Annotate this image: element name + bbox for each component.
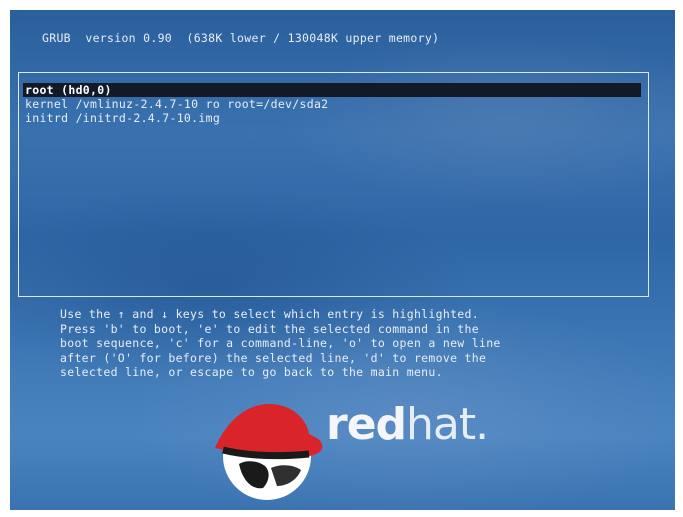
help-line: after ('O' for before) the selected line… — [60, 350, 487, 365]
wordmark-red: red — [326, 399, 407, 450]
redhat-shadowman-logo-icon — [215, 404, 323, 500]
help-line: Use the ↑ and ↓ keys to select which ent… — [60, 307, 479, 321]
grub-version-header: GRUB version 0.90 (638K lower / 130048K … — [42, 31, 440, 45]
help-text: Use the ↑ and ↓ keys to select which ent… — [60, 307, 501, 380]
wordmark-hat: hat. — [406, 399, 489, 450]
help-line: Press 'b' to boot, 'e' to edit the selec… — [60, 321, 479, 336]
menu-entry-initrd[interactable]: initrd /initrd-2.4.7-10.img — [25, 111, 220, 125]
redhat-wordmark: redhat. — [326, 403, 489, 447]
boot-screen: GRUB version 0.90 (638K lower / 130048K … — [10, 10, 675, 510]
help-line: selected line, or escape to go back to t… — [60, 365, 443, 380]
menu-entry-kernel[interactable]: kernel /vmlinuz-2.4.7-10 ro root=/dev/sd… — [25, 97, 328, 111]
help-line: boot sequence, 'c' for a command-line, '… — [60, 336, 501, 351]
menu-entry-root[interactable]: root (hd0,0) — [23, 83, 641, 97]
boot-menu: root (hd0,0) kernel /vmlinuz-2.4.7-10 ro… — [18, 72, 649, 297]
